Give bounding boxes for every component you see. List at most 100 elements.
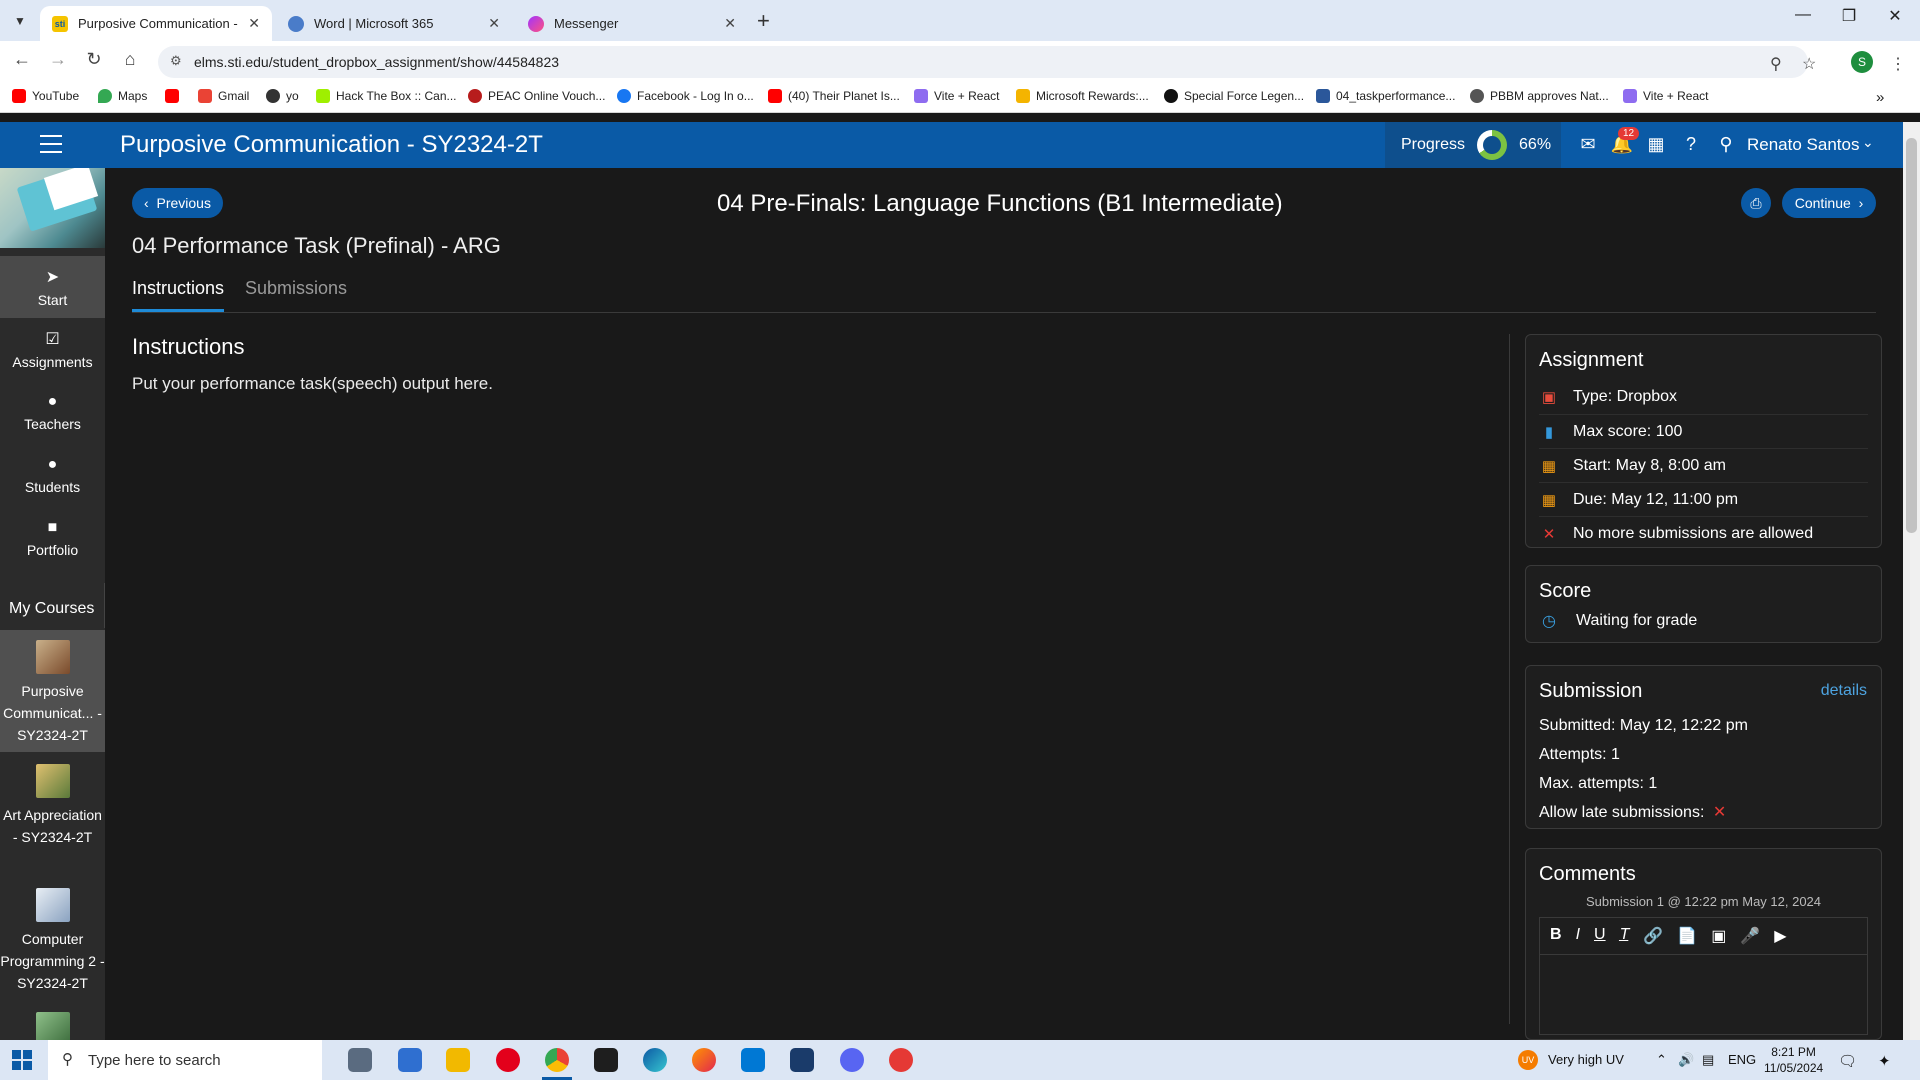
bookmark-youtube-2[interactable] [165,89,185,103]
details-link[interactable]: details [1821,682,1867,700]
restore-icon[interactable]: ❐ [1826,6,1872,26]
site-settings-icon[interactable]: ⚙ [170,53,182,69]
search-icon[interactable]: ⚲ [1714,134,1738,155]
mail-app-icon[interactable] [741,1048,765,1072]
bookmark-label: Vite + React [934,89,1000,103]
edge-icon[interactable] [643,1048,667,1072]
resize-divider[interactable] [1509,334,1510,1024]
bookmark-their-planet[interactable]: (40) Their Planet Is... [768,89,900,103]
comment-editor[interactable] [1539,955,1868,1035]
browser-tab-purposive[interactable]: sti Purposive Communication - SY ✕ [40,6,272,41]
firefox-icon[interactable] [692,1048,716,1072]
close-tab-icon[interactable]: ✕ [488,15,500,32]
bookmark-ms-rewards[interactable]: Microsoft Rewards:... [1016,89,1149,103]
bookmark-peac[interactable]: PEAC Online Vouch... [468,89,605,103]
my-courses-heading[interactable]: My Courses [0,588,105,630]
discord-icon[interactable] [840,1048,864,1072]
new-tab-button[interactable]: + [757,8,770,34]
clear-format-icon[interactable]: T̲ [1620,926,1630,946]
course-item-purposive[interactable]: Purposive Communicat... - SY2324-2T [0,630,105,752]
back-arrow-icon[interactable]: ← [8,49,36,70]
image-icon[interactable]: ▣ [1711,926,1726,946]
bold-icon[interactable]: B [1550,926,1562,946]
mail-icon[interactable]: ✉ [1576,134,1600,155]
speaker-icon[interactable]: 🔊 [1678,1052,1694,1068]
reload-icon[interactable]: ↻ [80,49,108,70]
weather-uv-icon[interactable]: UV [1518,1050,1538,1070]
tab-instructions[interactable]: Instructions [132,278,225,312]
calendar-icon[interactable]: ▦ [1644,134,1668,155]
course-item-art-appreciation[interactable]: Art Appreciation - SY2324-2T [0,754,105,876]
close-tab-icon[interactable]: ✕ [724,15,736,32]
close-tab-icon[interactable]: ✕ [248,15,260,32]
home-icon[interactable]: ⌂ [116,49,144,70]
continue-button[interactable]: Continue › [1782,188,1876,218]
bookmark-vite-react[interactable]: Vite + React [914,89,999,103]
windows-start-icon[interactable] [12,1050,32,1070]
print-icon[interactable]: ⎙ [1741,188,1771,218]
italic-icon[interactable]: I [1576,926,1580,946]
chevron-down-icon[interactable]: ⌄ [1862,134,1874,151]
bookmark-maps[interactable]: Maps [98,89,147,103]
microphone-icon[interactable]: 🎤 [1740,926,1760,946]
sidebar-item-label: Students [24,478,81,495]
more-bookmarks-icon[interactable]: » [1876,89,1884,106]
browser-tab-messenger[interactable]: Messenger ✕ [516,6,748,41]
bookmark-facebook[interactable]: Facebook - Log In o... [617,89,754,103]
bookmark-star-icon[interactable]: ☆ [1802,54,1816,74]
url-field[interactable]: ⚙ elms.sti.edu/student_dropbox_assignmen… [158,46,1808,78]
bookmark-vite-react-2[interactable]: Vite + React [1623,89,1708,103]
copilot-icon[interactable]: ✦ [1878,1052,1891,1070]
sidebar-item-teachers[interactable]: ● Teachers [0,381,105,443]
zoom-icon[interactable]: ⚲ [1770,54,1782,74]
minimize-icon[interactable]: — [1780,6,1826,24]
link-icon[interactable]: 🔗 [1643,926,1663,946]
bookmark-pbbm[interactable]: PBBM approves Nat... [1470,89,1609,103]
browser-tab-word[interactable]: Word | Microsoft 365 ✕ [276,6,512,41]
profile-avatar[interactable]: S [1851,51,1873,73]
store-icon[interactable] [398,1048,422,1072]
system-clock[interactable]: 8:21 PM 11/05/2024 [1764,1044,1823,1076]
sidebar-item-assignments[interactable]: ☑ Assignments [0,318,105,380]
file-explorer-icon[interactable] [446,1048,470,1072]
network-icon[interactable]: ▤ [1702,1052,1714,1068]
language-indicator[interactable]: ENG [1728,1052,1756,1067]
terminal-icon[interactable] [594,1048,618,1072]
sidebar-item-students[interactable]: ● Students [0,444,105,506]
browser-menu-icon[interactable]: ⋮ [1890,54,1906,74]
opera-icon[interactable] [496,1048,520,1072]
task-view-icon[interactable] [348,1048,372,1072]
window-close-icon[interactable]: ✕ [1872,6,1918,26]
sidebar-item-portfolio[interactable]: ■ Portfolio [0,507,105,569]
taskbar-search-input[interactable]: ⚲ Type here to search [48,1040,322,1080]
bookmark-taskperformance[interactable]: 04_taskperformance... [1316,89,1455,103]
forward-arrow-icon[interactable]: → [44,49,72,70]
course-item-computer-programming[interactable]: Computer Programming 2 - SY2324-2T [0,878,105,1000]
tab-search-chevron-icon[interactable]: ▼ [8,9,32,33]
tab-submissions[interactable]: Submissions [245,278,347,309]
chrome-icon[interactable] [545,1048,569,1072]
scrollbar-thumb[interactable] [1906,138,1917,533]
hamburger-menu-icon[interactable] [40,135,62,159]
game-launcher-icon[interactable] [790,1048,814,1072]
app-red-icon[interactable] [889,1048,913,1072]
sidebar-item-start[interactable]: ➤ Start [0,256,105,318]
progress-indicator[interactable]: Progress 66% [1385,122,1561,168]
user-name[interactable]: Renato Santos [1747,135,1859,155]
bookmark-gmail[interactable]: Gmail [198,89,249,103]
course-item-partial[interactable] [0,1002,105,1040]
notification-center-icon[interactable]: 🗨 [1838,1052,1857,1070]
previous-button[interactable]: ‹ Previous [132,188,223,218]
bookmark-yo[interactable]: yo [266,89,299,103]
weather-text[interactable]: Very high UV [1548,1052,1624,1067]
help-icon[interactable]: ? [1679,134,1703,155]
video-icon[interactable]: ▶ [1774,926,1786,946]
file-icon[interactable]: 📄 [1677,926,1697,946]
bookmark-special-force[interactable]: Special Force Legen... [1164,89,1304,103]
bookmarks-bar: YouTube Maps Gmail yo Hack The Box :: Ca… [0,83,1920,113]
bookmark-youtube[interactable]: YouTube [12,89,79,103]
underline-icon[interactable]: U [1594,926,1606,946]
tray-chevron-icon[interactable]: ⌃ [1656,1052,1667,1068]
bookmark-hackthebox[interactable]: Hack The Box :: Can... [316,89,457,103]
sti-favicon-icon: sti [52,15,68,32]
